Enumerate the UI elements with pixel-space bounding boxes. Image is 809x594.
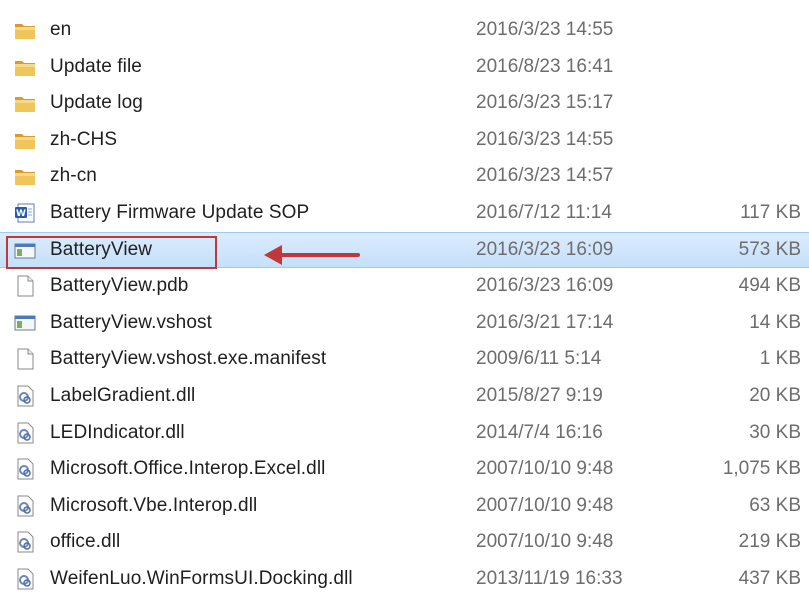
file-row[interactable]: BatteryView.vshost.exe.manifest 2009/6/11… — [0, 341, 809, 377]
dll-icon — [14, 495, 36, 517]
file-date-modified: 2016/3/23 15:17 — [476, 92, 614, 114]
folder-icon — [14, 165, 36, 187]
file-date-modified: 2016/3/23 14:55 — [476, 128, 614, 150]
blank-file-icon — [14, 348, 36, 370]
file-row[interactable]: LEDIndicator.dll 2014/7/4 16:16 30 KB — [0, 415, 809, 451]
file-size: 437 KB — [738, 568, 801, 589]
file-date-modified: 2007/10/10 9:48 — [476, 458, 614, 480]
file-row[interactable]: WeifenLuo.WinFormsUI.Docking.dll 2013/11/… — [0, 561, 809, 594]
dll-icon — [14, 458, 36, 480]
file-row[interactable]: BatteryView.pdb 2016/3/23 16:09 494 KB — [0, 268, 809, 304]
file-name: BatteryView.vshost.exe.manifest — [50, 348, 327, 370]
file-row[interactable]: Microsoft.Office.Interop.Excel.dll 2007/1… — [0, 451, 809, 487]
file-row[interactable]: en 2016/3/23 14:55 — [0, 12, 809, 48]
dll-icon — [14, 531, 36, 553]
file-size: 20 KB — [749, 385, 801, 406]
file-date-modified: 2016/8/23 16:41 — [476, 55, 614, 77]
file-date-modified: 2016/3/23 16:09 — [476, 238, 614, 260]
file-date-modified: 2009/6/11 5:14 — [476, 348, 602, 370]
folder-icon — [14, 129, 36, 151]
svg-text:W: W — [16, 209, 26, 219]
file-row[interactable]: W Battery Firmware Update SOP 2016/7/12 1… — [0, 195, 809, 231]
file-size: 14 KB — [749, 311, 801, 333]
file-name: zh-CHS — [50, 128, 118, 150]
file-name: Microsoft.Vbe.Interop.dll — [50, 494, 258, 516]
dll-icon — [14, 422, 36, 444]
application-icon — [14, 240, 36, 262]
file-row[interactable]: BatteryView.vshost 2016/3/21 17:14 14 KB — [0, 305, 809, 341]
file-name: Battery Firmware Update SOP — [50, 202, 310, 223]
annotation-arrow-icon — [264, 245, 360, 265]
file-name: LEDIndicator.dll — [50, 421, 185, 443]
file-name: BatteryView.pdb — [50, 275, 189, 297]
file-row[interactable]: Update log 2016/3/23 15:17 — [0, 85, 809, 121]
file-date-modified: 2014/7/4 16:16 — [476, 421, 603, 443]
file-date-modified: 2016/3/23 14:55 — [476, 19, 614, 40]
file-row[interactable]: BatteryView 2016/3/23 16:09 573 KB — [0, 231, 809, 268]
word-document-icon: W — [14, 202, 36, 224]
file-name: WeifenLuo.WinFormsUI.Docking.dll — [50, 568, 353, 589]
file-date-modified: 2015/8/27 9:19 — [476, 385, 603, 406]
file-name: Update log — [50, 92, 143, 114]
file-date-modified: 2007/10/10 9:48 — [476, 494, 614, 516]
file-size: 494 KB — [738, 275, 801, 297]
file-row[interactable]: LabelGradient.dll 2015/8/27 9:19 20 KB — [0, 378, 809, 414]
dll-icon — [14, 385, 36, 407]
file-size: 573 KB — [738, 238, 801, 260]
file-date-modified: 2016/3/21 17:14 — [476, 311, 614, 333]
file-name: Update file — [50, 55, 142, 77]
file-size: 30 KB — [749, 421, 801, 443]
file-name: office.dll — [50, 531, 121, 553]
application-icon — [14, 312, 36, 334]
file-size: 1 KB — [759, 348, 801, 370]
file-name: en — [50, 19, 72, 40]
file-size: 1,075 KB — [722, 458, 801, 480]
file-name: BatteryView.vshost — [50, 311, 212, 333]
file-date-modified: 2007/10/10 9:48 — [476, 531, 614, 553]
file-row[interactable]: office.dll 2007/10/10 9:48 219 KB — [0, 524, 809, 560]
dll-icon — [14, 568, 36, 590]
file-list: en 2016/3/23 14:55 Update file 2016/8/23 1… — [0, 0, 809, 594]
file-row[interactable]: Update file 2016/8/23 16:41 — [0, 49, 809, 85]
file-size: 219 KB — [738, 531, 801, 553]
folder-icon — [14, 19, 36, 41]
file-row[interactable]: zh-cn 2016/3/23 14:57 — [0, 158, 809, 194]
blank-file-icon — [14, 275, 36, 297]
file-date-modified: 2016/3/23 16:09 — [476, 275, 614, 297]
file-row[interactable]: Microsoft.Vbe.Interop.dll 2007/10/10 9:48… — [0, 488, 809, 524]
file-size: 63 KB — [749, 494, 801, 516]
file-size: 117 KB — [740, 202, 801, 223]
file-date-modified: 2016/3/23 14:57 — [476, 165, 614, 187]
file-name: BatteryView — [50, 238, 153, 260]
folder-icon — [14, 56, 36, 78]
file-date-modified: 2013/11/19 16:33 — [476, 568, 623, 589]
file-name: zh-cn — [50, 165, 97, 187]
file-row[interactable]: zh-CHS 2016/3/23 14:55 — [0, 122, 809, 158]
file-name: Microsoft.Office.Interop.Excel.dll — [50, 458, 326, 480]
folder-icon — [14, 92, 36, 114]
file-name: LabelGradient.dll — [50, 385, 196, 406]
file-date-modified: 2016/7/12 11:14 — [476, 202, 612, 223]
